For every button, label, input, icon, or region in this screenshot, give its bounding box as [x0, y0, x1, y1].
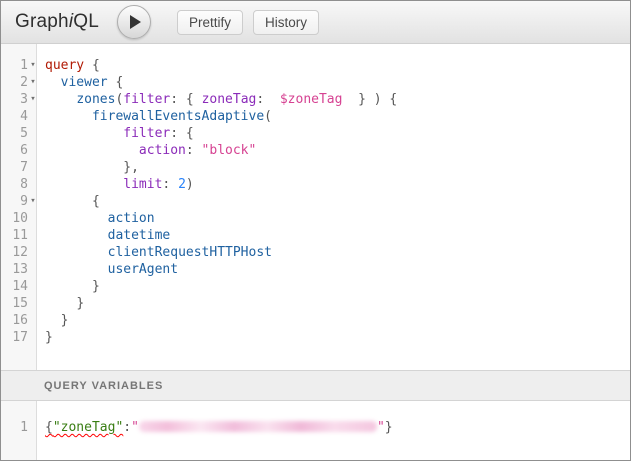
code-line[interactable]: 2▾ viewer {	[1, 74, 630, 91]
logo-text-pre: Graph	[15, 11, 69, 32]
history-button[interactable]: History	[253, 10, 319, 35]
fold-arrow-placeholder	[28, 142, 38, 159]
line-number: 7	[20, 159, 28, 176]
logo-text-post: QL	[73, 11, 99, 32]
line-number: 2	[20, 74, 28, 91]
play-icon	[130, 15, 141, 29]
query-editor[interactable]: 1▾query {2▾ viewer {3▾ zones(filter: { z…	[1, 44, 630, 370]
code-line[interactable]: 15 }	[1, 295, 630, 312]
line-number: 16	[12, 312, 28, 329]
code-text: },	[38, 159, 139, 176]
line-number: 10	[12, 210, 28, 227]
execute-query-button[interactable]	[117, 5, 151, 39]
fold-arrow-placeholder	[28, 295, 38, 312]
code-line[interactable]: 5 filter: {	[1, 125, 630, 142]
redacted-value	[139, 421, 377, 432]
topbar: GraphiQL Prettify History	[1, 1, 630, 44]
fold-arrow-placeholder	[28, 108, 38, 125]
code-line[interactable]: 9▾ {	[1, 193, 630, 210]
code-line[interactable]: 17}	[1, 329, 630, 346]
code-line[interactable]: 4 firewallEventsAdaptive(	[1, 108, 630, 125]
fold-arrow-placeholder	[28, 210, 38, 227]
line-number: 1	[20, 419, 28, 436]
fold-arrow-placeholder	[28, 159, 38, 176]
fold-arrow-placeholder	[28, 125, 38, 142]
code-text: filter: {	[38, 125, 194, 142]
line-number: 9	[20, 193, 28, 210]
code-text: clientRequestHTTPHost	[38, 244, 272, 261]
line-number: 12	[12, 244, 28, 261]
code-line[interactable]: 11 datetime	[1, 227, 630, 244]
line-number: 1	[20, 57, 28, 74]
line-number: 4	[20, 108, 28, 125]
code-text: limit: 2)	[38, 176, 194, 193]
code-line[interactable]: 12 clientRequestHTTPHost	[1, 244, 630, 261]
code-line[interactable]: 10 action	[1, 210, 630, 227]
fold-arrow-placeholder	[28, 278, 38, 295]
code-text: viewer {	[38, 74, 123, 91]
code-line[interactable]: 8 limit: 2)	[1, 176, 630, 193]
graphiql-container: GraphiQL Prettify History 1▾query {2▾ vi…	[0, 0, 631, 461]
fold-arrow-placeholder	[28, 227, 38, 244]
fold-arrow-placeholder	[28, 419, 38, 436]
fold-arrow-placeholder	[28, 176, 38, 193]
code-line[interactable]: 16 }	[1, 312, 630, 329]
line-number: 13	[12, 261, 28, 278]
fold-arrow-placeholder	[28, 312, 38, 329]
line-number: 6	[20, 142, 28, 159]
fold-arrow-placeholder	[28, 261, 38, 278]
code-line[interactable]: 7 },	[1, 159, 630, 176]
line-number: 5	[20, 125, 28, 142]
line-number: 14	[12, 278, 28, 295]
line-number: 11	[12, 227, 28, 244]
code-line[interactable]: 1▾query {	[1, 57, 630, 74]
fold-arrow-placeholder	[28, 329, 38, 346]
code-text: {	[38, 193, 100, 210]
query-variables-title: QUERY VARIABLES	[44, 380, 163, 392]
code-text: datetime	[38, 227, 170, 244]
query-variables-editor[interactable]: 1 {"zoneTag":""}	[1, 401, 630, 460]
code-text: firewallEventsAdaptive(	[38, 108, 272, 125]
graphiql-logo: GraphiQL	[15, 11, 99, 33]
fold-arrow-icon[interactable]: ▾	[28, 193, 38, 210]
code-text: query {	[38, 57, 100, 74]
line-number: 15	[12, 295, 28, 312]
code-text: }	[38, 295, 84, 312]
code-line[interactable]: 14 }	[1, 278, 630, 295]
code-line[interactable]: 13 userAgent	[1, 261, 630, 278]
code-line[interactable]: 3▾ zones(filter: { zoneTag: $zoneTag } )…	[1, 91, 630, 108]
code-text: action: "block"	[38, 142, 256, 159]
line-number: 17	[12, 329, 28, 346]
line-number: 3	[20, 91, 28, 108]
code-text: }	[38, 329, 53, 346]
fold-arrow-icon[interactable]: ▾	[28, 74, 38, 91]
line-number: 8	[20, 176, 28, 193]
code-line[interactable]: 1 {"zoneTag":""}	[1, 419, 630, 436]
fold-arrow-icon[interactable]: ▾	[28, 57, 38, 74]
code-text: action	[38, 210, 155, 227]
code-text: {"zoneTag":""}	[38, 419, 393, 436]
code-text: userAgent	[38, 261, 178, 278]
fold-arrow-icon[interactable]: ▾	[28, 91, 38, 108]
code-line[interactable]: 6 action: "block"	[1, 142, 630, 159]
code-text: zones(filter: { zoneTag: $zoneTag } ) {	[38, 91, 397, 108]
code-text: }	[38, 278, 100, 295]
prettify-button[interactable]: Prettify	[177, 10, 243, 35]
fold-arrow-placeholder	[28, 244, 38, 261]
query-variables-titlebar[interactable]: QUERY VARIABLES	[1, 370, 630, 401]
code-text: }	[38, 312, 68, 329]
